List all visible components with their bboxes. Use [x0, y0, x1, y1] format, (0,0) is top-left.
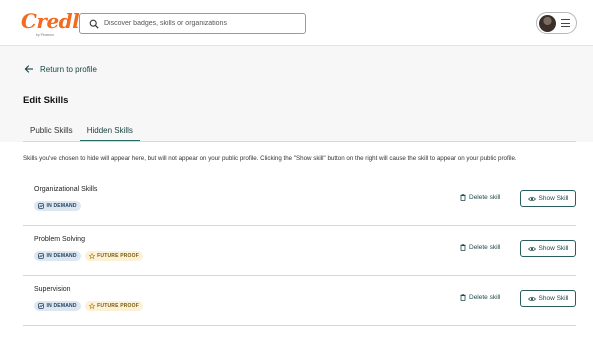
delete-skill-label: Delete skill: [469, 294, 501, 301]
show-skill-button[interactable]: Show Skill: [520, 240, 576, 257]
skill-badges: IN DEMAND: [34, 201, 81, 211]
show-skill-label: Show Skill: [538, 195, 569, 202]
delete-skill-label: Delete skill: [469, 194, 501, 201]
delete-skill-button[interactable]: Delete skill: [460, 294, 500, 301]
skill-tabs: Public Skills Hidden Skills: [23, 124, 140, 142]
trash-icon: [460, 194, 466, 201]
badge-label: FUTURE PROOF: [97, 253, 139, 259]
show-skill-button[interactable]: Show Skill: [520, 290, 576, 307]
hidden-skills-description: Skills you've chosen to hide will appear…: [23, 155, 517, 162]
in-demand-badge: IN DEMAND: [34, 251, 81, 261]
search-icon: [89, 19, 99, 29]
star-icon: [88, 303, 95, 309]
tab-hidden-skills[interactable]: Hidden Skills: [79, 124, 140, 142]
skill-row: Organizational Skills IN DEMAND Delete s…: [23, 176, 576, 226]
main-area: Return to profile Edit Skills Public Ski…: [0, 46, 593, 356]
show-skill-label: Show Skill: [538, 295, 569, 302]
skill-name: Supervision: [34, 286, 71, 293]
hidden-skills-panel: Skills you've chosen to hide will appear…: [0, 142, 593, 356]
skill-name: Problem Solving: [34, 236, 85, 243]
eye-icon: [527, 296, 536, 301]
trend-icon: [38, 203, 44, 209]
badge-label: FUTURE PROOF: [97, 303, 139, 309]
future-proof-badge: FUTURE PROOF: [84, 301, 143, 311]
account-menu-button[interactable]: [536, 12, 577, 34]
future-proof-badge: FUTURE PROOF: [84, 251, 143, 261]
delete-skill-label: Delete skill: [469, 244, 501, 251]
tab-public-skills[interactable]: Public Skills: [23, 124, 80, 142]
arrow-left-icon: [24, 65, 33, 73]
star-icon: [88, 253, 95, 259]
search-input[interactable]: [104, 16, 300, 31]
in-demand-badge: IN DEMAND: [34, 201, 81, 211]
eye-icon: [527, 196, 536, 201]
skill-badges: IN DEMAND FUTURE PROOF: [34, 301, 143, 311]
avatar: [539, 15, 556, 32]
eye-icon: [527, 246, 536, 251]
show-skill-button[interactable]: Show Skill: [520, 190, 576, 207]
logo-subtitle: by Pearson: [36, 33, 54, 37]
show-skill-label: Show Skill: [538, 245, 569, 252]
skill-row: Problem Solving IN DEMAND FUTURE PROOF D…: [23, 226, 576, 276]
hamburger-icon: [561, 19, 570, 27]
delete-skill-button[interactable]: Delete skill: [460, 244, 500, 251]
in-demand-badge: IN DEMAND: [34, 301, 81, 311]
skill-badges: IN DEMAND FUTURE PROOF: [34, 251, 143, 261]
search-box[interactable]: [79, 13, 306, 34]
return-to-profile-label: Return to profile: [40, 64, 97, 74]
trend-icon: [38, 303, 44, 309]
page-title: Edit Skills: [23, 95, 69, 106]
badge-label: IN DEMAND: [46, 303, 77, 309]
skill-row: Supervision IN DEMAND FUTURE PROOF Delet…: [23, 276, 576, 326]
trash-icon: [460, 294, 466, 301]
trash-icon: [460, 244, 466, 251]
badge-label: IN DEMAND: [46, 253, 77, 259]
delete-skill-button[interactable]: Delete skill: [460, 194, 500, 201]
return-to-profile-link[interactable]: Return to profile: [24, 64, 97, 74]
badge-label: IN DEMAND: [46, 203, 77, 209]
skill-name: Organizational Skills: [34, 186, 98, 193]
top-navigation-bar: Credly by Pearson: [0, 0, 593, 46]
trend-icon: [38, 253, 44, 259]
